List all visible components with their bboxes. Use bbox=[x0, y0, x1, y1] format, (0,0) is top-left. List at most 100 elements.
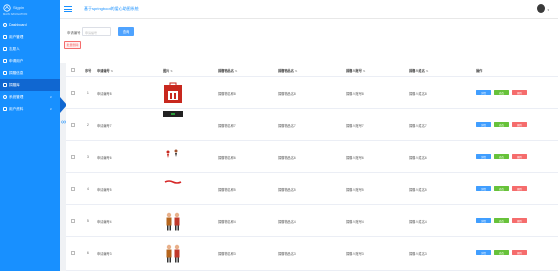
row-name: 捐赠物名称5 bbox=[218, 188, 236, 192]
delete-button[interactable]: 删除 bbox=[512, 250, 527, 255]
row-name: 捐赠物名称4 bbox=[218, 220, 236, 224]
donation-image-bag bbox=[164, 82, 182, 103]
col-category[interactable]: 捐赠物品名 ⇅ bbox=[278, 68, 297, 73]
row-account: 捐赠人账号7 bbox=[346, 124, 364, 128]
row-checkbox[interactable] bbox=[71, 219, 75, 223]
row-person: 捐赠人姓名4 bbox=[409, 220, 427, 224]
row-checkbox[interactable] bbox=[71, 251, 75, 255]
row-checkbox[interactable] bbox=[71, 123, 75, 127]
setting-icon bbox=[3, 95, 7, 99]
row-code: 申请编号4 bbox=[97, 220, 112, 224]
form-icon bbox=[3, 59, 7, 63]
row-index: 1 bbox=[87, 91, 89, 95]
edit-button[interactable]: 修改 bbox=[494, 122, 509, 127]
edit-button[interactable]: 修改 bbox=[494, 218, 509, 223]
search-input[interactable]: 申请编号 bbox=[82, 27, 111, 36]
box-icon bbox=[3, 83, 7, 87]
table-row: 6 申请编号3 捐赠物名称3 捐赠物品名3 捐赠人账号3 捐赠人姓名3 详情 修… bbox=[66, 237, 558, 271]
row-person: 捐赠人姓名8 bbox=[409, 92, 427, 96]
batch-delete-button[interactable]: 批量删除 bbox=[64, 41, 81, 49]
avatar[interactable] bbox=[537, 4, 545, 13]
edit-button[interactable]: 修改 bbox=[494, 90, 509, 95]
row-checkbox[interactable] bbox=[71, 91, 75, 95]
search-panel: 申请编号 申请编号 查询 批量删除 bbox=[60, 19, 558, 63]
row-category: 捐赠物品名8 bbox=[278, 92, 296, 96]
delete-button[interactable]: 删除 bbox=[512, 90, 527, 95]
row-person: 捐赠人姓名7 bbox=[409, 124, 427, 128]
search-button[interactable]: 查询 bbox=[118, 27, 134, 36]
detail-button[interactable]: 详情 bbox=[476, 90, 491, 95]
sidebar-item-donation-info[interactable]: 捐赠信息 bbox=[0, 67, 60, 79]
sidebar-item-applicants[interactable]: 申请用户 bbox=[0, 55, 60, 67]
delete-button[interactable]: 删除 bbox=[512, 154, 527, 159]
caret-down-icon[interactable]: ▾ bbox=[547, 8, 549, 12]
chevron-down-icon: ∨ bbox=[49, 107, 52, 111]
row-index: 6 bbox=[87, 251, 89, 255]
row-category: 捐赠物品名3 bbox=[278, 252, 296, 256]
detail-button[interactable]: 详情 bbox=[476, 186, 491, 191]
menu-toggle-icon[interactable] bbox=[64, 6, 72, 12]
donation-image-people bbox=[166, 212, 180, 231]
row-code: 申请编号6 bbox=[97, 156, 112, 160]
sidebar-item-volunteers[interactable]: 志愿人 bbox=[0, 43, 60, 55]
row-name: 捐赠物名称8 bbox=[218, 92, 236, 96]
detail-button[interactable]: 详情 bbox=[476, 154, 491, 159]
detail-button[interactable]: 详情 bbox=[476, 122, 491, 127]
row-person: 捐赠人姓名5 bbox=[409, 188, 427, 192]
row-category: 捐赠物品名4 bbox=[278, 220, 296, 224]
col-account[interactable]: 捐赠人账号 ⇅ bbox=[346, 68, 365, 73]
sidebar-item-users[interactable]: 用户管理 bbox=[0, 31, 60, 43]
sidebar-item-donation-library[interactable]: 捐赠库 bbox=[0, 79, 60, 91]
row-checkbox[interactable] bbox=[71, 155, 75, 159]
row-code: 申请编号3 bbox=[97, 252, 112, 256]
row-person: 捐赠人姓名3 bbox=[409, 252, 427, 256]
sidebar-item-system[interactable]: 系统管理 ∨ bbox=[0, 91, 60, 103]
nav-header: MAIN NAVIGATION bbox=[3, 13, 28, 16]
edit-button[interactable]: 修改 bbox=[494, 154, 509, 159]
delete-button[interactable]: 删除 bbox=[512, 122, 527, 127]
link-icon[interactable]: ∞ bbox=[59, 118, 68, 127]
delete-button[interactable]: 删除 bbox=[512, 218, 527, 223]
edit-button[interactable]: 修改 bbox=[494, 186, 509, 191]
row-name: 捐赠物名称6 bbox=[218, 156, 236, 160]
row-account: 捐赠人账号5 bbox=[346, 188, 364, 192]
select-all-checkbox[interactable] bbox=[71, 68, 75, 72]
sidebar-item-dashboard[interactable]: Dashboard bbox=[0, 19, 60, 31]
row-person: 捐赠人姓名6 bbox=[409, 156, 427, 160]
logo-text: Sigpin bbox=[13, 5, 25, 10]
col-name[interactable]: 捐赠物品名 ⇅ bbox=[218, 68, 237, 73]
row-name: 捐赠物名称7 bbox=[218, 124, 236, 128]
col-image[interactable]: 图片 ⇅ bbox=[163, 68, 173, 73]
sidebar-item-label: 申请用户 bbox=[9, 58, 24, 63]
user-icon bbox=[3, 47, 7, 51]
row-code: 申请编号8 bbox=[97, 92, 112, 96]
document-icon bbox=[3, 71, 7, 75]
row-account: 捐赠人账号4 bbox=[346, 220, 364, 224]
sidebar-item-label: Dashboard bbox=[9, 23, 27, 27]
row-code: 申请编号5 bbox=[97, 188, 112, 192]
edit-button[interactable]: 修改 bbox=[494, 250, 509, 255]
row-index: 2 bbox=[87, 123, 89, 127]
detail-button[interactable]: 详情 bbox=[476, 218, 491, 223]
col-code[interactable]: 申请编号 ⇅ bbox=[97, 68, 113, 73]
sidebar-item-profile[interactable]: 用户资料 ∨ bbox=[0, 103, 60, 115]
logo: Sigpin bbox=[0, 0, 60, 12]
col-person[interactable]: 捐赠人姓名 ⇅ bbox=[409, 68, 428, 73]
sidebar-item-label: 用户资料 bbox=[9, 106, 24, 111]
dashboard-icon bbox=[3, 23, 7, 27]
row-name: 捐赠物名称3 bbox=[218, 252, 236, 256]
donation-image-figures bbox=[166, 149, 178, 158]
table-row: 3 申请编号6 捐赠物名称6 捐赠物品名6 捐赠人账号6 捐赠人姓名6 详情 修… bbox=[66, 141, 558, 173]
col-ops: 操作 bbox=[476, 69, 483, 73]
table-row: 2 申请编号7 捐赠物名称7 捐赠物品名7 捐赠人账号7 捐赠人姓名7 详情 修… bbox=[66, 109, 558, 141]
row-code: 申请编号7 bbox=[97, 124, 112, 128]
sidebar-item-label: 捐赠信息 bbox=[9, 70, 24, 75]
donation-image-box bbox=[163, 111, 183, 117]
row-index: 4 bbox=[87, 187, 89, 191]
detail-button[interactable]: 详情 bbox=[476, 250, 491, 255]
row-index: 5 bbox=[87, 219, 89, 223]
row-checkbox[interactable] bbox=[71, 187, 75, 191]
table-header: 序号 申请编号 ⇅ 图片 ⇅ 捐赠物品名 ⇅ 捐赠物品名 ⇅ 捐赠人账号 ⇅ 捐… bbox=[66, 63, 558, 77]
sidebar-item-label: 系统管理 bbox=[9, 94, 24, 99]
delete-button[interactable]: 删除 bbox=[512, 186, 527, 191]
